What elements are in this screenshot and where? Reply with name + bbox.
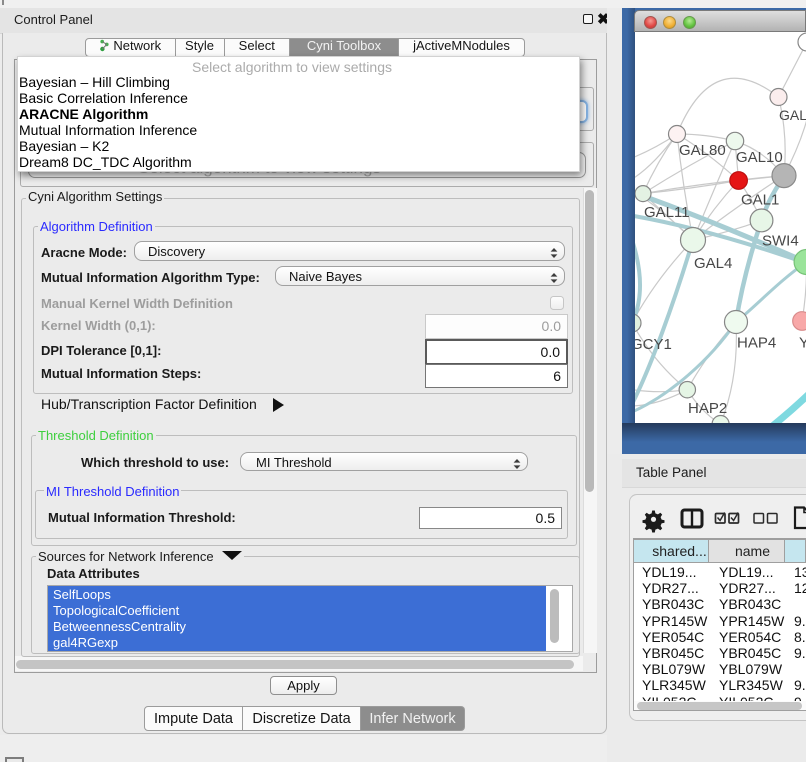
svg-text:YEL: YEL [799,335,806,352]
svg-text:GAL1: GAL1 [741,192,779,209]
svg-text:HAP2: HAP2 [688,400,727,417]
svg-text:GAL11: GAL11 [644,204,690,221]
svg-text:GAL7: GAL7 [779,107,806,123]
svg-text:GAL4: GAL4 [694,255,732,272]
svg-text:GAL80: GAL80 [679,142,726,159]
svg-text:HAP4: HAP4 [737,335,776,352]
svg-text:GCY1: GCY1 [635,336,672,353]
svg-text:GAL10: GAL10 [736,149,783,166]
svg-text:SWI4: SWI4 [762,233,799,250]
